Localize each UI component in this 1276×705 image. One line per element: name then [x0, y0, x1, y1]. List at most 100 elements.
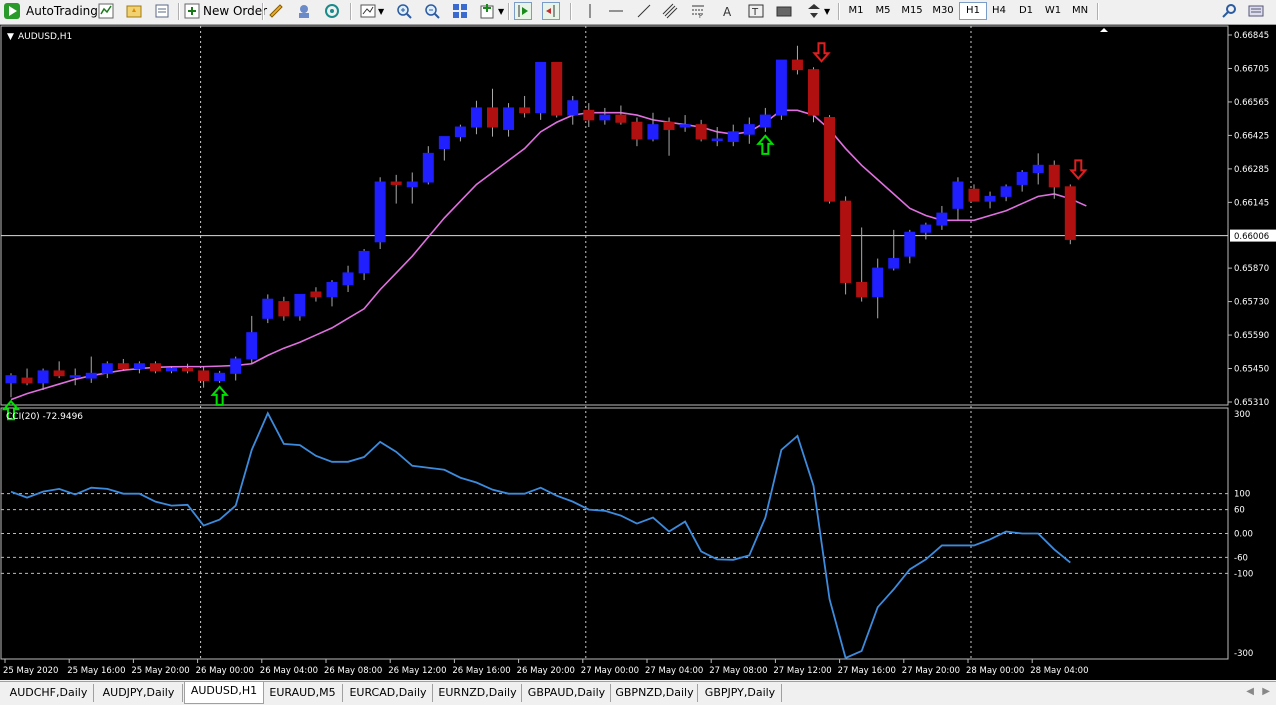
time-axis-label: 26 May 08:00	[324, 666, 382, 676]
fibonacci-tool[interactable]: F	[690, 2, 706, 20]
cci-tick-label: 300	[1234, 410, 1250, 420]
chart-type-button[interactable]: ▼	[360, 2, 384, 20]
profiles-icon	[126, 3, 142, 19]
indicators-button[interactable]: ▼	[480, 2, 504, 20]
tile-windows-button[interactable]	[452, 2, 468, 20]
strategy-tester-button[interactable]	[268, 2, 284, 20]
autotrading-label: AutoTrading	[26, 4, 98, 18]
chevron-down-icon: ▼	[498, 6, 505, 16]
time-axis-label: 26 May 04:00	[260, 666, 318, 676]
timeframe-button-m5[interactable]: M5	[870, 3, 896, 19]
new-chart-button[interactable]	[98, 2, 114, 20]
timeframe-button-m30[interactable]: M30	[928, 3, 958, 19]
autoscroll-button[interactable]	[514, 2, 532, 20]
price-tick-label: 0.66285	[1234, 165, 1269, 175]
price-tick-label: 0.66705	[1234, 64, 1269, 74]
candle	[551, 61, 563, 118]
trendline-icon	[636, 3, 652, 19]
svg-text:F: F	[699, 13, 703, 19]
cci-tick-label: -60	[1234, 553, 1248, 563]
new-order-label: New Order	[203, 4, 268, 18]
current-price-label: 0.66006	[1234, 232, 1269, 242]
price-tick-label: 0.66425	[1234, 131, 1269, 141]
equidistant-channel-tool[interactable]	[662, 2, 678, 20]
market-watch-icon	[154, 3, 170, 19]
symbol-tab-gbpnzd[interactable]: GBPNZD,Daily	[612, 684, 698, 702]
zoom-out-button[interactable]	[424, 2, 440, 20]
scroll-right-icon[interactable]: ▶	[1262, 686, 1270, 697]
arrows-tool[interactable]: ▼	[806, 2, 830, 20]
text-label-icon: T	[748, 3, 764, 19]
vertical-line-tool[interactable]	[582, 2, 598, 20]
symbol-tab-gbpaud[interactable]: GBPAUD,Daily	[523, 684, 611, 702]
cci-tick-label: 0.00	[1234, 530, 1253, 540]
candle	[808, 67, 819, 123]
price-tick-label: 0.66845	[1234, 31, 1269, 41]
time-axis-label: 26 May 16:00	[452, 666, 510, 676]
chart-shift-button[interactable]	[542, 2, 560, 20]
time-axis-label: 27 May 00:00	[581, 666, 639, 676]
profiles-button[interactable]	[126, 2, 142, 20]
horizontal-line-tool[interactable]	[608, 2, 624, 20]
autotrading-button[interactable]: AutoTrading	[4, 2, 98, 20]
symbol-tabs-bar: AUDCHF,Daily AUDJPY,Daily AUDUSD,H1 EURAUD,…	[0, 681, 1276, 705]
time-axis-label: 27 May 16:00	[838, 666, 896, 676]
price-tick-label: 0.65870	[1234, 264, 1269, 274]
history-button[interactable]	[154, 2, 170, 20]
timeframe-button-h4[interactable]: H4	[986, 3, 1012, 19]
timeframe-button-m1[interactable]: M1	[843, 3, 869, 19]
timeframe-button-d1[interactable]: D1	[1013, 3, 1039, 19]
zoom-in-button[interactable]	[396, 2, 412, 20]
candle	[374, 177, 386, 249]
symbol-tab-audjpy[interactable]: AUDJPY,Daily	[95, 684, 183, 702]
candle	[824, 115, 836, 204]
zoom-out-icon	[424, 3, 440, 19]
text-label-tool[interactable]: T	[748, 2, 764, 20]
search-button[interactable]	[1222, 2, 1238, 20]
symbol-tab-audchf[interactable]: AUDCHF,Daily	[4, 684, 94, 702]
chart-title: AUDUSD,H1	[18, 32, 72, 42]
signals-icon	[324, 3, 340, 19]
price-tick-label: 0.66145	[1234, 198, 1269, 208]
cci-tick-label: -100	[1234, 569, 1253, 579]
time-axis-label: 26 May 20:00	[517, 666, 575, 676]
indicator-title: CCI(20) -72.9496	[6, 412, 83, 422]
options-button[interactable]	[1248, 2, 1264, 20]
chart-window[interactable]: 0.66845 0.66705 0.66565 0.66425 0.66285 0.661…	[0, 25, 1276, 680]
indicators-icon	[480, 3, 496, 19]
rectangle-tool[interactable]	[776, 2, 792, 20]
symbol-tab-eurcad[interactable]: EURCAD,Daily	[344, 684, 433, 702]
symbol-tab-gbpjpy[interactable]: GBPJPY,Daily	[699, 684, 782, 702]
trendline-tool[interactable]	[636, 2, 652, 20]
timeframe-button-m15[interactable]: M15	[897, 3, 927, 19]
vertical-line-icon	[582, 3, 598, 19]
new-order-button[interactable]: New Order	[184, 2, 267, 20]
time-axis-label: 27 May 12:00	[773, 666, 831, 676]
time-axis-label: 26 May 00:00	[196, 666, 254, 676]
symbol-tab-eurnzd[interactable]: EURNZD,Daily	[434, 684, 522, 702]
scroll-left-icon[interactable]: ◀	[1246, 686, 1254, 697]
cci-tick-label: 60	[1234, 506, 1245, 516]
navigator-button[interactable]	[296, 2, 312, 20]
price-tick-label: 0.66565	[1234, 98, 1269, 108]
chart-menu-triangle-icon[interactable]: ▼	[7, 32, 14, 42]
candle	[775, 59, 787, 120]
chevron-down-icon: ▼	[378, 6, 385, 16]
timeframe-button-mn[interactable]: MN	[1067, 3, 1093, 19]
symbol-tab-euraud[interactable]: EURAUD,M5	[263, 684, 343, 702]
timeframe-button-h1[interactable]: H1	[959, 2, 987, 20]
time-axis-label: 25 May 2020	[3, 666, 58, 676]
navigator-icon	[296, 3, 312, 19]
time-axis-label: 25 May 16:00	[67, 666, 125, 676]
time-axis-label: 27 May 20:00	[902, 666, 960, 676]
candle	[535, 61, 547, 120]
new-order-icon	[184, 3, 200, 19]
zoom-in-icon	[396, 3, 412, 19]
signals-button[interactable]	[324, 2, 340, 20]
symbol-tab-audusd[interactable]: AUDUSD,H1	[184, 682, 264, 704]
text-tool[interactable]: A	[720, 2, 736, 20]
candle	[262, 294, 274, 324]
timeframe-button-w1[interactable]: W1	[1040, 3, 1066, 19]
search-icon	[1222, 3, 1238, 19]
chart-type-icon	[360, 3, 376, 19]
